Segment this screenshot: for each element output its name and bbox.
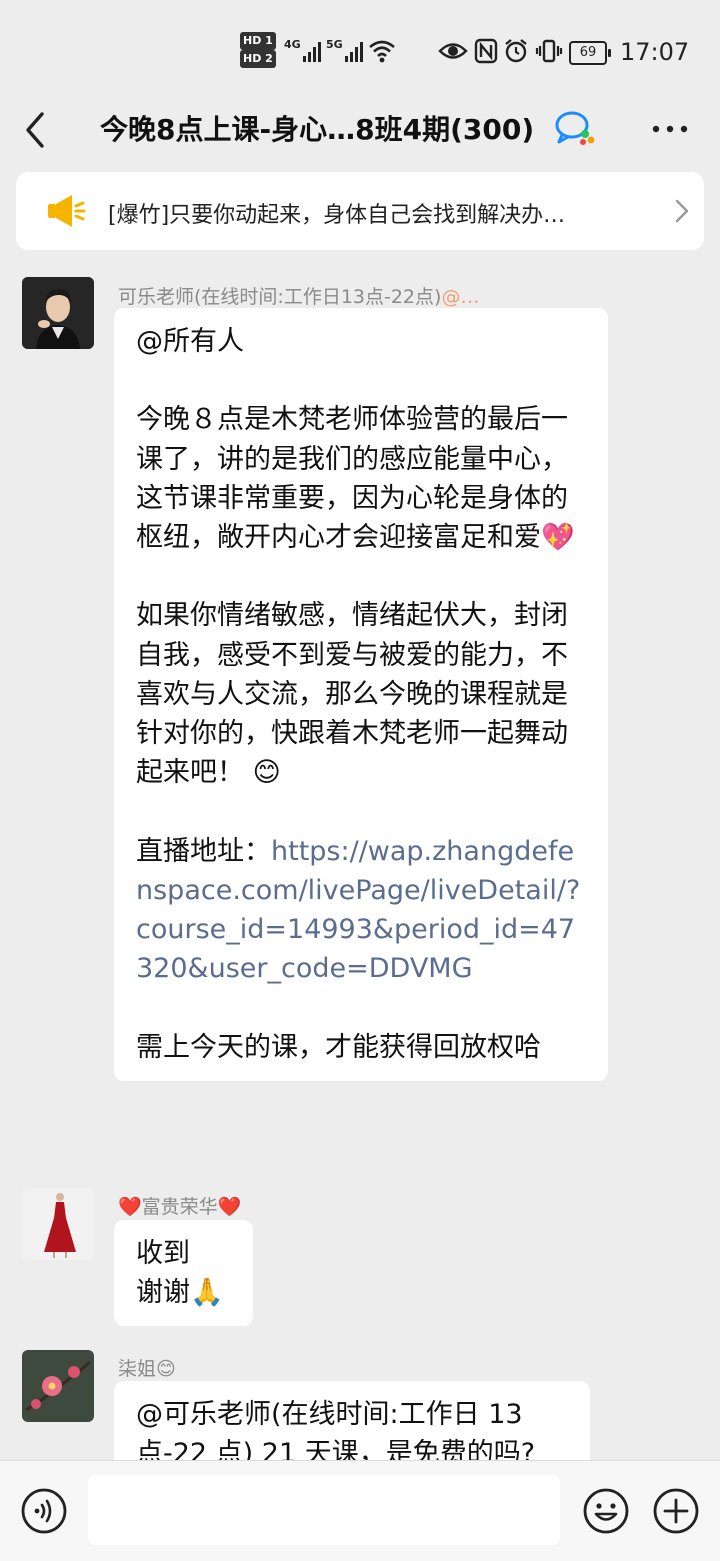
status-time: 17:07: [620, 38, 690, 66]
sender-name: 可乐老师(在线时间:工作日13点-22点)@…: [118, 282, 479, 309]
emoji-icon[interactable]: [582, 1487, 630, 1535]
message-line: 谢谢🙏: [136, 1277, 224, 1309]
sender-name: ❤️富贵荣华❤️: [118, 1196, 242, 1218]
hd2-label: HD 2: [240, 50, 276, 68]
more-options-icon[interactable]: [648, 114, 692, 144]
group-notice-banner[interactable]: [爆竹]只要你动起来，身体自己会找到解决办…: [16, 172, 704, 250]
chevron-right-icon: [675, 199, 689, 223]
chat-header: 今晚8点上课-身心…8班4期(300): [0, 96, 720, 164]
nfc-icon: [474, 38, 498, 64]
input-bar: [0, 1460, 720, 1561]
network-type-4g: 4G: [284, 38, 301, 51]
live-url-prefix: 直播地址：: [136, 835, 271, 867]
back-arrow-icon[interactable]: [22, 108, 62, 152]
status-bar: HD 1 HD 2 4G 5G 69 17:07: [0, 0, 720, 96]
avatar-plum-blossom-image: [22, 1350, 94, 1422]
live-url-line: 直播地址：https://wap.zhangdefenspace.com/liv…: [136, 832, 586, 989]
sender-mention-tag: @…: [441, 286, 480, 308]
sender-name-text: 可乐老师(在线时间:工作日13点-22点): [118, 286, 442, 308]
message-bubble[interactable]: 收到 谢谢🙏: [114, 1220, 253, 1327]
eye-icon: [438, 43, 468, 59]
chat-title[interactable]: 今晚8点上课-身心…8班4期(300): [100, 108, 534, 148]
sender-name: 柒姐😊: [118, 1358, 176, 1380]
avatar[interactable]: [22, 277, 94, 349]
message-input[interactable]: [88, 1475, 560, 1545]
signal-4g-icon: 4G: [284, 38, 323, 62]
message-paragraph: @所有人: [136, 326, 244, 357]
megaphone-icon: [48, 195, 86, 227]
message-paragraph: 需上今天的课，才能获得回放权哈: [136, 1031, 541, 1063]
message-paragraph: 如果你情绪敏感，情绪起伏大，封闭自我，感受不到爱与被爱的能力，不喜欢与人交流，那…: [136, 600, 568, 789]
avatar[interactable]: [22, 1188, 94, 1260]
avatar-red-dress-image: [22, 1188, 94, 1260]
message-bubble[interactable]: @所有人 今晚８点是木梵老师体验营的最后一课了，讲的是我们的感应能量中心，这节课…: [114, 308, 608, 1081]
network-type-5g: 5G: [326, 38, 343, 51]
avatar[interactable]: [22, 1350, 94, 1422]
plus-icon[interactable]: [652, 1487, 700, 1535]
notice-text: [爆竹]只要你动起来，身体自己会找到解决办…: [108, 203, 566, 228]
battery-indicator: 69: [569, 41, 611, 65]
group-chat-icon[interactable]: [554, 108, 596, 148]
hd-indicator: HD 1 HD 2: [240, 32, 279, 68]
wifi-icon: [369, 40, 395, 63]
message-line: 收到: [136, 1238, 190, 1269]
avatar-teacher-image: [22, 277, 94, 349]
message-paragraph: 今晚８点是木梵老师体验营的最后一课了，讲的是我们的感应能量中心，这节课非常重要，…: [136, 404, 575, 553]
hd1-label: HD 1: [240, 32, 276, 50]
signal-5g-icon: 5G: [326, 38, 365, 62]
voice-input-icon[interactable]: [20, 1487, 68, 1535]
alarm-icon: [505, 39, 527, 63]
vibrate-icon: [535, 39, 563, 63]
